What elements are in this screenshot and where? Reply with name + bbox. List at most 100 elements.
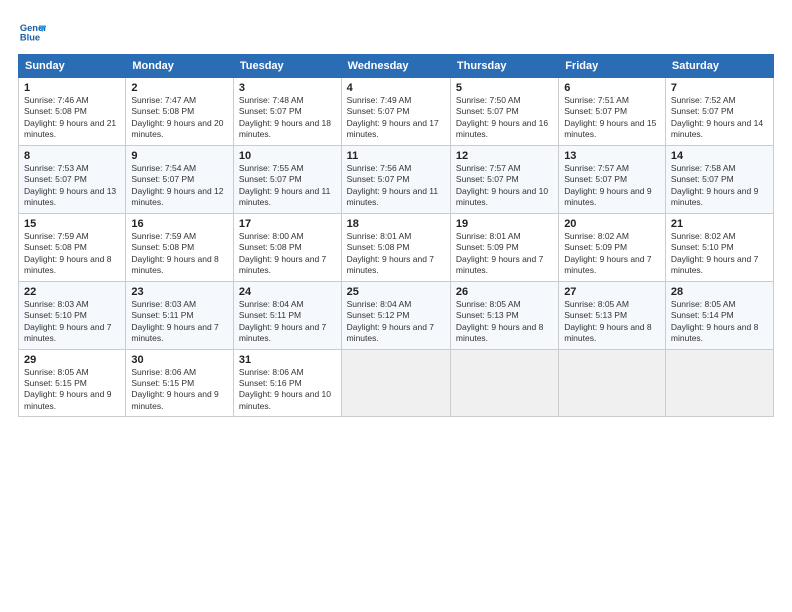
day-info: Sunrise: 7:54 AMSunset: 5:07 PMDaylight:…	[131, 163, 228, 209]
day-number: 26	[456, 286, 553, 298]
calendar-table: SundayMondayTuesdayWednesdayThursdayFrid…	[18, 54, 774, 417]
calendar-cell	[559, 349, 666, 417]
calendar-cell: 30 Sunrise: 8:06 AMSunset: 5:15 PMDaylig…	[126, 349, 234, 417]
calendar-cell: 4 Sunrise: 7:49 AMSunset: 5:07 PMDayligh…	[341, 78, 450, 146]
calendar-week-3: 15 Sunrise: 7:59 AMSunset: 5:08 PMDaylig…	[19, 213, 774, 281]
day-number: 23	[131, 286, 228, 298]
day-info: Sunrise: 8:00 AMSunset: 5:08 PMDaylight:…	[239, 231, 336, 277]
day-number: 15	[24, 218, 120, 230]
day-number: 14	[671, 150, 768, 162]
calendar-header-monday: Monday	[126, 55, 234, 78]
day-number: 5	[456, 82, 553, 94]
day-number: 3	[239, 82, 336, 94]
calendar-cell: 26 Sunrise: 8:05 AMSunset: 5:13 PMDaylig…	[450, 281, 558, 349]
calendar-cell: 6 Sunrise: 7:51 AMSunset: 5:07 PMDayligh…	[559, 78, 666, 146]
day-number: 7	[671, 82, 768, 94]
day-info: Sunrise: 8:03 AMSunset: 5:11 PMDaylight:…	[131, 299, 228, 345]
logo-icon: General Blue	[18, 18, 46, 46]
calendar-cell: 11 Sunrise: 7:56 AMSunset: 5:07 PMDaylig…	[341, 145, 450, 213]
calendar-week-2: 8 Sunrise: 7:53 AMSunset: 5:07 PMDayligh…	[19, 145, 774, 213]
day-number: 10	[239, 150, 336, 162]
calendar-header-row: SundayMondayTuesdayWednesdayThursdayFrid…	[19, 55, 774, 78]
calendar-cell: 8 Sunrise: 7:53 AMSunset: 5:07 PMDayligh…	[19, 145, 126, 213]
calendar-cell: 28 Sunrise: 8:05 AMSunset: 5:14 PMDaylig…	[665, 281, 773, 349]
day-info: Sunrise: 8:06 AMSunset: 5:16 PMDaylight:…	[239, 367, 336, 413]
day-info: Sunrise: 8:04 AMSunset: 5:12 PMDaylight:…	[347, 299, 445, 345]
calendar-cell: 22 Sunrise: 8:03 AMSunset: 5:10 PMDaylig…	[19, 281, 126, 349]
calendar-cell: 25 Sunrise: 8:04 AMSunset: 5:12 PMDaylig…	[341, 281, 450, 349]
day-info: Sunrise: 8:05 AMSunset: 5:13 PMDaylight:…	[456, 299, 553, 345]
day-info: Sunrise: 7:55 AMSunset: 5:07 PMDaylight:…	[239, 163, 336, 209]
day-info: Sunrise: 8:04 AMSunset: 5:11 PMDaylight:…	[239, 299, 336, 345]
day-number: 21	[671, 218, 768, 230]
day-number: 2	[131, 82, 228, 94]
calendar-cell: 29 Sunrise: 8:05 AMSunset: 5:15 PMDaylig…	[19, 349, 126, 417]
day-info: Sunrise: 8:05 AMSunset: 5:13 PMDaylight:…	[564, 299, 660, 345]
day-number: 20	[564, 218, 660, 230]
day-number: 4	[347, 82, 445, 94]
calendar-cell: 12 Sunrise: 7:57 AMSunset: 5:07 PMDaylig…	[450, 145, 558, 213]
day-info: Sunrise: 7:57 AMSunset: 5:07 PMDaylight:…	[456, 163, 553, 209]
day-info: Sunrise: 7:50 AMSunset: 5:07 PMDaylight:…	[456, 95, 553, 141]
day-info: Sunrise: 7:51 AMSunset: 5:07 PMDaylight:…	[564, 95, 660, 141]
day-number: 11	[347, 150, 445, 162]
day-info: Sunrise: 7:46 AMSunset: 5:08 PMDaylight:…	[24, 95, 120, 141]
day-info: Sunrise: 7:49 AMSunset: 5:07 PMDaylight:…	[347, 95, 445, 141]
calendar-cell: 23 Sunrise: 8:03 AMSunset: 5:11 PMDaylig…	[126, 281, 234, 349]
day-info: Sunrise: 8:01 AMSunset: 5:09 PMDaylight:…	[456, 231, 553, 277]
day-info: Sunrise: 7:59 AMSunset: 5:08 PMDaylight:…	[24, 231, 120, 277]
calendar-cell: 10 Sunrise: 7:55 AMSunset: 5:07 PMDaylig…	[233, 145, 341, 213]
day-info: Sunrise: 8:02 AMSunset: 5:10 PMDaylight:…	[671, 231, 768, 277]
day-number: 12	[456, 150, 553, 162]
day-info: Sunrise: 7:57 AMSunset: 5:07 PMDaylight:…	[564, 163, 660, 209]
day-info: Sunrise: 7:48 AMSunset: 5:07 PMDaylight:…	[239, 95, 336, 141]
day-number: 9	[131, 150, 228, 162]
calendar-cell: 31 Sunrise: 8:06 AMSunset: 5:16 PMDaylig…	[233, 349, 341, 417]
calendar-cell: 27 Sunrise: 8:05 AMSunset: 5:13 PMDaylig…	[559, 281, 666, 349]
day-number: 25	[347, 286, 445, 298]
calendar-cell: 2 Sunrise: 7:47 AMSunset: 5:08 PMDayligh…	[126, 78, 234, 146]
calendar-cell: 3 Sunrise: 7:48 AMSunset: 5:07 PMDayligh…	[233, 78, 341, 146]
calendar-week-5: 29 Sunrise: 8:05 AMSunset: 5:15 PMDaylig…	[19, 349, 774, 417]
day-number: 27	[564, 286, 660, 298]
calendar-header-thursday: Thursday	[450, 55, 558, 78]
day-number: 1	[24, 82, 120, 94]
calendar-cell	[665, 349, 773, 417]
calendar-cell: 16 Sunrise: 7:59 AMSunset: 5:08 PMDaylig…	[126, 213, 234, 281]
page: General Blue SundayMondayTuesdayWednesda…	[0, 0, 792, 612]
day-number: 8	[24, 150, 120, 162]
day-number: 19	[456, 218, 553, 230]
day-number: 6	[564, 82, 660, 94]
day-info: Sunrise: 7:47 AMSunset: 5:08 PMDaylight:…	[131, 95, 228, 141]
day-info: Sunrise: 7:52 AMSunset: 5:07 PMDaylight:…	[671, 95, 768, 141]
calendar-header-tuesday: Tuesday	[233, 55, 341, 78]
calendar-cell: 17 Sunrise: 8:00 AMSunset: 5:08 PMDaylig…	[233, 213, 341, 281]
calendar-cell: 14 Sunrise: 7:58 AMSunset: 5:07 PMDaylig…	[665, 145, 773, 213]
day-info: Sunrise: 8:06 AMSunset: 5:15 PMDaylight:…	[131, 367, 228, 413]
calendar-cell	[450, 349, 558, 417]
calendar-cell: 7 Sunrise: 7:52 AMSunset: 5:07 PMDayligh…	[665, 78, 773, 146]
day-number: 22	[24, 286, 120, 298]
day-number: 18	[347, 218, 445, 230]
calendar-cell: 15 Sunrise: 7:59 AMSunset: 5:08 PMDaylig…	[19, 213, 126, 281]
calendar-cell: 13 Sunrise: 7:57 AMSunset: 5:07 PMDaylig…	[559, 145, 666, 213]
calendar-cell: 20 Sunrise: 8:02 AMSunset: 5:09 PMDaylig…	[559, 213, 666, 281]
day-number: 28	[671, 286, 768, 298]
calendar-body: 1 Sunrise: 7:46 AMSunset: 5:08 PMDayligh…	[19, 78, 774, 417]
day-info: Sunrise: 8:01 AMSunset: 5:08 PMDaylight:…	[347, 231, 445, 277]
calendar-cell: 1 Sunrise: 7:46 AMSunset: 5:08 PMDayligh…	[19, 78, 126, 146]
svg-text:Blue: Blue	[20, 32, 40, 42]
day-number: 30	[131, 354, 228, 366]
calendar-cell	[341, 349, 450, 417]
day-number: 16	[131, 218, 228, 230]
day-number: 29	[24, 354, 120, 366]
day-info: Sunrise: 8:02 AMSunset: 5:09 PMDaylight:…	[564, 231, 660, 277]
calendar-cell: 5 Sunrise: 7:50 AMSunset: 5:07 PMDayligh…	[450, 78, 558, 146]
calendar-header-wednesday: Wednesday	[341, 55, 450, 78]
day-info: Sunrise: 8:05 AMSunset: 5:14 PMDaylight:…	[671, 299, 768, 345]
day-info: Sunrise: 7:58 AMSunset: 5:07 PMDaylight:…	[671, 163, 768, 209]
calendar-cell: 19 Sunrise: 8:01 AMSunset: 5:09 PMDaylig…	[450, 213, 558, 281]
header: General Blue	[18, 18, 774, 46]
day-info: Sunrise: 7:53 AMSunset: 5:07 PMDaylight:…	[24, 163, 120, 209]
day-info: Sunrise: 8:03 AMSunset: 5:10 PMDaylight:…	[24, 299, 120, 345]
